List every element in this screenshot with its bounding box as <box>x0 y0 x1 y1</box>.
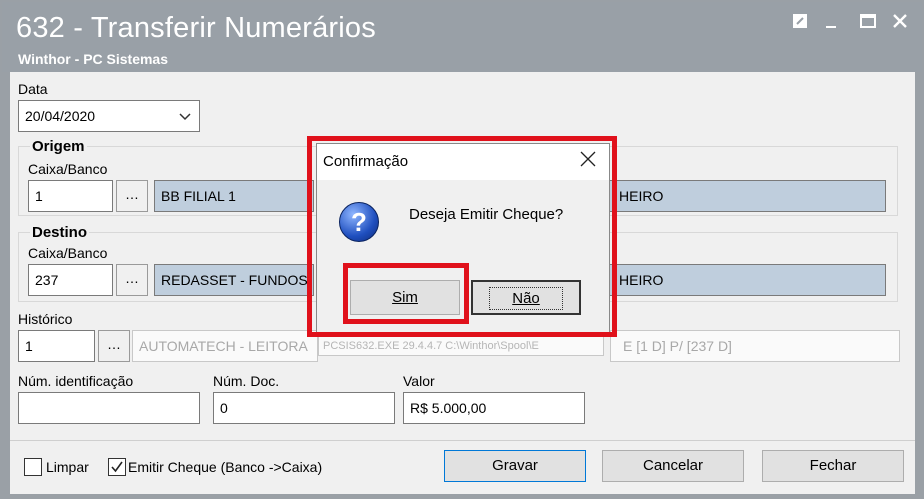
status-tooltip: PCSIS632.EXE 29.4.4.7 C:\Winthor\Spool\E <box>318 336 604 356</box>
divider <box>10 440 915 441</box>
historico-label: Histórico <box>18 311 73 327</box>
window-title: 632 - Transferir Numerários <box>16 12 376 44</box>
window-subtitle: Winthor - PC Sistemas <box>18 51 169 67</box>
num-doc-label: Núm. Doc. <box>213 373 280 389</box>
valor-input[interactable]: R$ 5.000,00 <box>403 392 585 424</box>
origem-lookup-button[interactable]: … <box>116 180 148 212</box>
destino-name-field: REDASSET - FUNDOS <box>154 264 314 296</box>
limpar-checkbox[interactable] <box>24 458 42 476</box>
fechar-button[interactable]: Fechar <box>762 450 904 482</box>
data-value: 20/04/2020 <box>25 108 96 124</box>
valor-label: Valor <box>403 373 435 389</box>
num-ident-input[interactable] <box>18 392 200 424</box>
origem-group-label: Origem <box>30 138 87 155</box>
cancelar-button[interactable]: Cancelar <box>602 450 744 482</box>
origem-caixa-label: Caixa/Banco <box>28 161 108 177</box>
destino-lookup-button[interactable]: … <box>116 264 148 296</box>
data-date-picker[interactable]: 20/04/2020 <box>18 100 200 132</box>
maximize-icon[interactable] <box>856 12 880 36</box>
minimize-icon[interactable] <box>820 12 844 36</box>
highlight-sim-button <box>343 263 469 324</box>
origem-moeda-field: HEIRO <box>606 180 886 212</box>
origem-code-input[interactable]: 1 <box>28 180 113 212</box>
destino-moeda-field: HEIRO <box>606 264 886 296</box>
historico-code-input[interactable]: 1 <box>18 330 95 362</box>
app-window: 632 - Transferir Numerários Winthor - PC… <box>0 0 924 499</box>
emitir-cheque-label: Emitir Cheque (Banco ->Caixa) <box>128 459 323 475</box>
title-bar[interactable]: 632 - Transferir Numerários Winthor - PC… <box>2 2 922 72</box>
origem-name-field: BB FILIAL 1 <box>154 180 314 212</box>
close-icon[interactable] <box>888 12 912 36</box>
num-ident-label: Núm. identificação <box>18 373 134 389</box>
chevron-down-icon[interactable] <box>179 109 191 125</box>
restore-icon[interactable] <box>788 12 812 36</box>
destino-group-label: Destino <box>30 224 90 241</box>
destino-caixa-label: Caixa/Banco <box>28 245 108 261</box>
historico-desc-field: AUTOMATECH - LEITORA <box>132 330 318 362</box>
historico-lookup-button[interactable]: … <box>98 330 130 362</box>
gravar-button[interactable]: Gravar <box>444 450 586 482</box>
checkmark-icon <box>111 461 123 473</box>
num-doc-input[interactable]: 0 <box>213 392 395 424</box>
emitir-cheque-checkbox[interactable] <box>108 458 126 476</box>
limpar-label: Limpar <box>46 459 89 475</box>
historico-complement-field: E [1 D] P/ [237 D] <box>610 330 900 362</box>
data-label: Data <box>18 81 48 97</box>
destino-code-input[interactable]: 237 <box>28 264 113 296</box>
